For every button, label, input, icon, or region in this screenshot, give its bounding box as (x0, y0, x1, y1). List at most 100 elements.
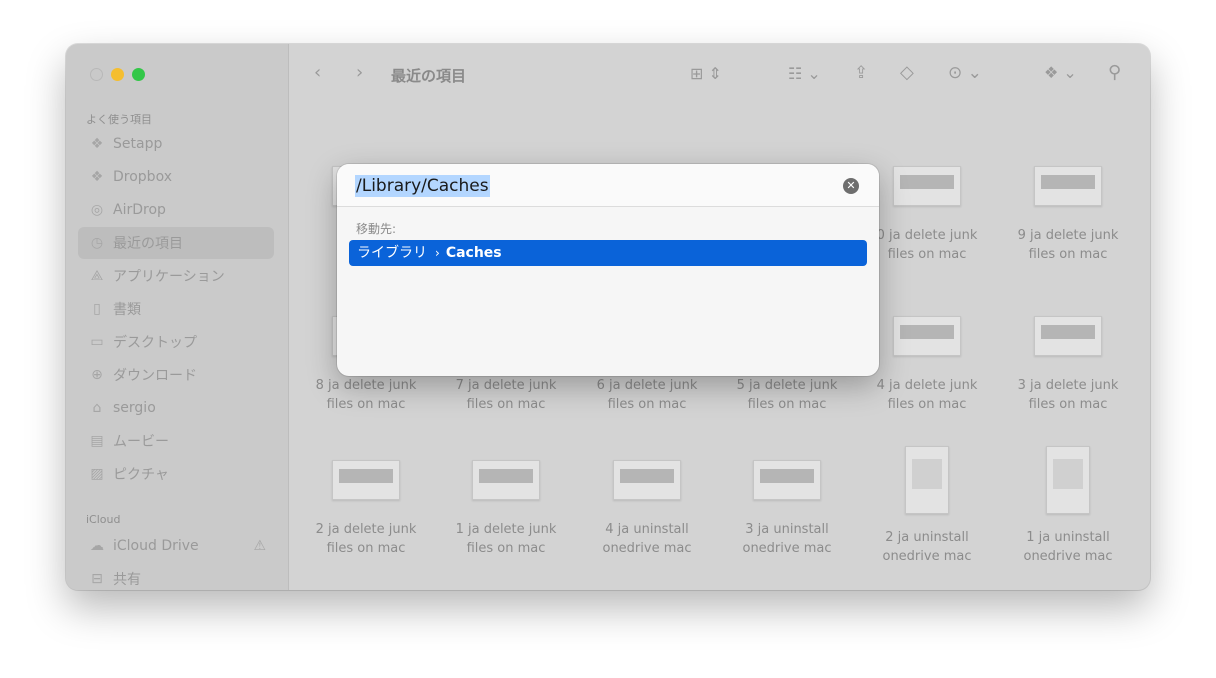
document-icon: ▯ (93, 301, 101, 317)
file-name: 8 ja delete junk files on mac (296, 376, 436, 414)
file-item[interactable]: 9 ja delete junk files on mac (998, 152, 1138, 264)
file-name-line: files on mac (326, 541, 406, 556)
file-item[interactable]: 2 ja uninstall onedrive mac (857, 446, 997, 566)
sidebar-item[interactable]: ◷ 最近の項目 (78, 227, 274, 259)
clock-icon: ◷ (90, 235, 104, 251)
file-name-line: files on mac (1028, 247, 1108, 262)
file-thumbnail (893, 166, 961, 206)
file-name-line: 1 ja uninstall (1026, 530, 1110, 545)
file-name-line: 8 ja delete junk (315, 378, 417, 393)
shared-folder-icon: ⊟ (91, 571, 103, 587)
chevron-right-icon[interactable]: › (356, 62, 363, 83)
file-thumbnail (472, 460, 540, 500)
sidebar-item-label: ピクチャ (113, 467, 169, 483)
sidebar-item[interactable]: ❖ Setapp (78, 128, 274, 160)
close-button[interactable] (90, 68, 103, 81)
download-icon: ⊕ (91, 367, 103, 383)
file-name: 1 ja delete junk files on mac (436, 520, 576, 558)
desktop-icon: ▭ (90, 334, 104, 350)
sidebar-item[interactable]: ⊕ ダウンロード (78, 359, 274, 391)
suggestion-target: Caches (445, 245, 502, 261)
chevron-left-icon[interactable]: ‹ (314, 62, 321, 83)
sidebar-item-label: Setapp (113, 136, 163, 152)
suggestion-item[interactable]: ライブラリ › Caches (349, 240, 867, 266)
sidebar-item[interactable]: ▯ 書類 (78, 293, 274, 325)
sidebar-item[interactable]: ◎ AirDrop (78, 194, 274, 226)
group-icon[interactable]: ☷ ⌄ (788, 64, 821, 83)
clear-icon[interactable]: ✕ (843, 178, 859, 194)
file-thumbnail (332, 460, 400, 500)
path-input[interactable]: /Library/Caches (355, 175, 490, 197)
sidebar-item-label: 書類 (113, 302, 141, 318)
sidebar-item[interactable]: ▨ ピクチャ (78, 458, 274, 490)
sidebar-item-label: sergio (113, 400, 156, 416)
file-name-line: 3 ja uninstall (745, 522, 829, 537)
dropbox-toolbar-icon[interactable]: ❖ ⌄ (1044, 63, 1077, 82)
file-name-line: 7 ja delete junk (455, 378, 557, 393)
sidebar-item[interactable]: ▤ ムービー (78, 425, 274, 457)
file-name-line: 1 ja delete junk (455, 522, 557, 537)
file-thumbnail (613, 460, 681, 500)
sidebar-item[interactable]: ❖ Dropbox (78, 161, 274, 193)
share-icon[interactable]: ⇪ (854, 63, 868, 83)
file-thumbnail (905, 446, 949, 514)
file-name: 2 ja uninstall onedrive mac (857, 528, 997, 566)
sidebar-item-label: アプリケーション (113, 269, 225, 285)
file-item[interactable]: 3 ja delete junk files on mac (998, 302, 1138, 414)
favorites-heading: よく使う項目 (86, 113, 152, 126)
sidebar-item[interactable]: ⟁ アプリケーション (78, 260, 274, 292)
zoom-button[interactable] (132, 68, 145, 81)
file-thumbnail (893, 316, 961, 356)
destination-label: 移動先: (356, 222, 397, 236)
file-item[interactable]: 1 ja uninstall onedrive mac (998, 446, 1138, 566)
dropbox-icon: ❖ (90, 169, 104, 185)
search-icon[interactable]: ⚲ (1108, 62, 1121, 83)
sidebar-item[interactable]: ⊟ 共有 (78, 563, 274, 590)
path-input-row: /Library/Caches ✕ (337, 164, 879, 207)
file-item[interactable]: 4 ja uninstall onedrive mac (577, 446, 717, 558)
file-name-line: 5 ja delete junk (736, 378, 838, 393)
sidebar-item-label: デスクトップ (113, 335, 197, 351)
file-name: 4 ja delete junk files on mac (857, 376, 997, 414)
toolbar: ‹ › 最近の項目 ⊞ ⇕ ☷ ⌄ ⇪ ◇ ⊙ ⌄ ❖ ⌄ ⚲ (288, 44, 1150, 106)
file-item[interactable]: 1 ja delete junk files on mac (436, 446, 576, 558)
sidebar-item-label: iCloud Drive (113, 538, 199, 554)
sidebar-item-label: ムービー (113, 434, 169, 450)
file-item[interactable]: 2 ja delete junk files on mac (296, 446, 436, 558)
file-name-line: onedrive mac (1023, 549, 1113, 564)
file-item[interactable]: 3 ja uninstall onedrive mac (717, 446, 857, 558)
file-name: 3 ja delete junk files on mac (998, 376, 1138, 414)
minimize-button[interactable] (111, 68, 124, 81)
more-actions-icon[interactable]: ⊙ ⌄ (948, 63, 982, 83)
applications-icon: ⟁ (90, 268, 104, 284)
sidebar-item[interactable]: ▭ デスクトップ (78, 326, 274, 358)
file-name: 6 ja delete junk files on mac (577, 376, 717, 414)
file-name: 5 ja delete junk files on mac (717, 376, 857, 414)
file-name-line: files on mac (326, 397, 406, 412)
file-name-line: files on mac (887, 397, 967, 412)
file-name-line: onedrive mac (742, 541, 832, 556)
file-thumbnail (1034, 316, 1102, 356)
sidebar-item-label: AirDrop (113, 202, 166, 218)
file-name-line: 6 ja delete junk (596, 378, 698, 393)
file-thumbnail (1034, 166, 1102, 206)
file-name-line: 3 ja delete junk (1017, 378, 1119, 393)
home-icon: ⌂ (92, 400, 102, 416)
sidebar: よく使う項目 ❖ Setapp ❖ Dropbox ◎ AirDrop ◷ 最近の項目 ⟁ アプリ… (66, 44, 289, 590)
file-name-line: files on mac (1028, 397, 1108, 412)
file-name: 4 ja uninstall onedrive mac (577, 520, 717, 558)
file-thumbnail (1046, 446, 1090, 514)
sidebar-item[interactable]: ⌂ sergio (78, 392, 274, 424)
tag-icon[interactable]: ◇ (900, 62, 914, 83)
file-name-line: 9 ja delete junk (1017, 228, 1119, 243)
file-name-line: 4 ja delete junk (876, 378, 978, 393)
sidebar-item-label: 共有 (113, 572, 141, 588)
file-name-line: files on mac (466, 541, 546, 556)
cloud-icon: ☁ (90, 538, 104, 554)
file-name: 1 ja uninstall onedrive mac (998, 528, 1138, 566)
view-grid-icon[interactable]: ⊞ ⇕ (690, 64, 722, 83)
sidebar-item-label: Dropbox (113, 169, 172, 185)
sidebar-item[interactable]: ☁ iCloud Drive ⚠ (78, 530, 274, 562)
sidebar-item-label: ダウンロード (113, 368, 197, 384)
file-name-line: files on mac (747, 397, 827, 412)
